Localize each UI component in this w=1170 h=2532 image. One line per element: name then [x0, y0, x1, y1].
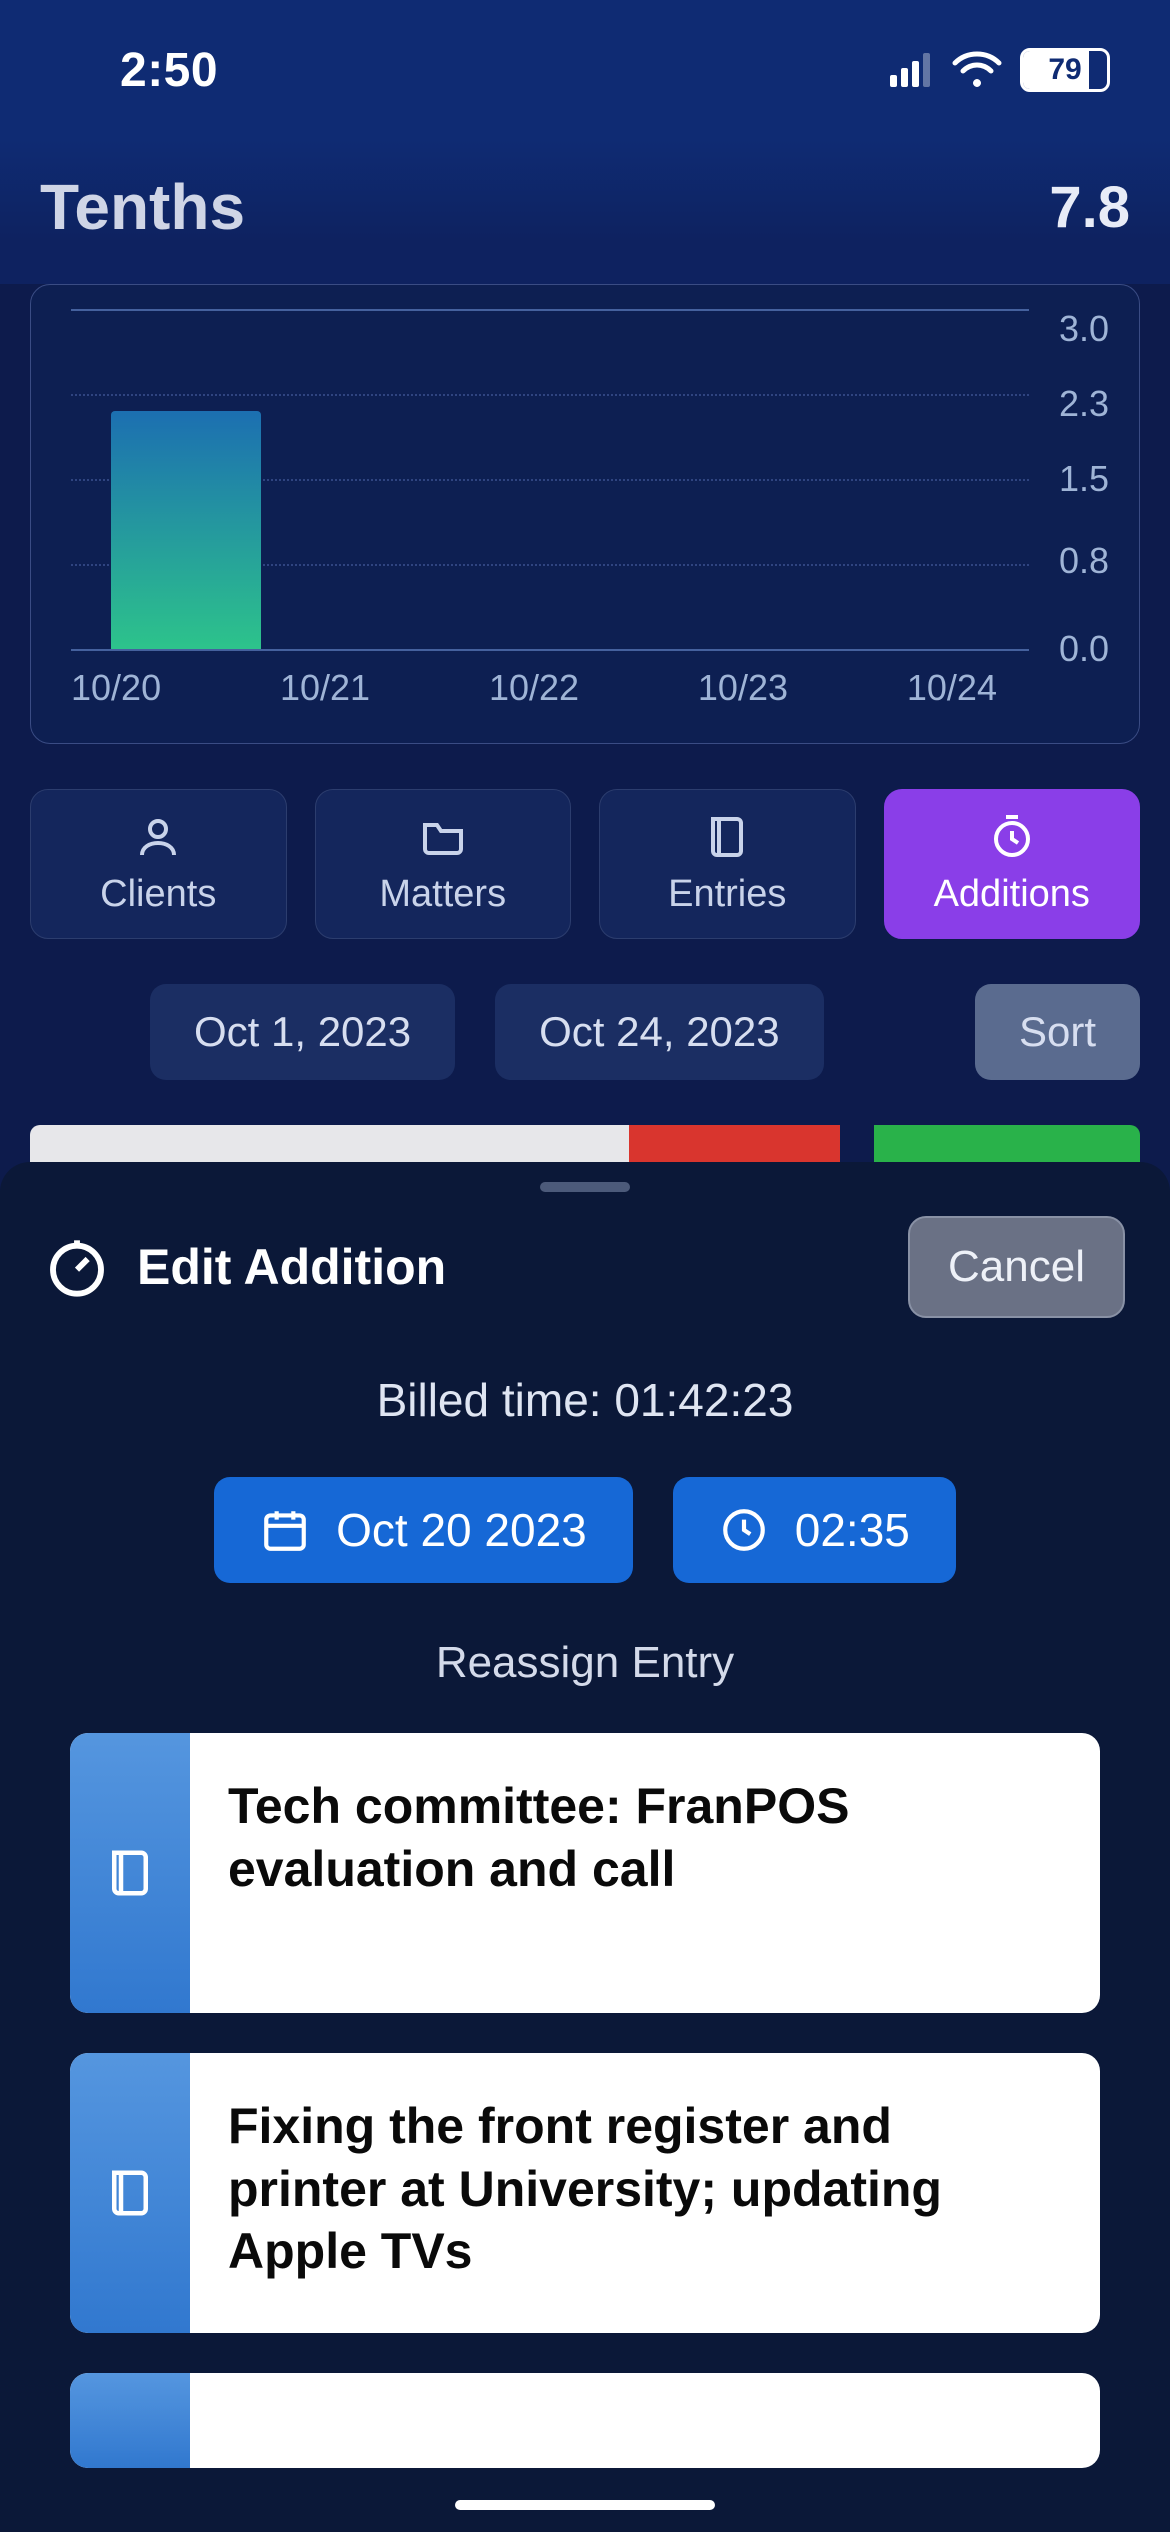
category-tabs: Clients Matters Entries Additions	[0, 744, 1170, 939]
tab-label: Additions	[934, 873, 1090, 916]
tab-clients[interactable]: Clients	[30, 789, 287, 939]
entry-text: Tech committee: FranPOS evaluation and c…	[190, 1733, 1100, 2013]
page-title: Tenths	[40, 170, 245, 244]
clock-icon	[719, 1505, 769, 1555]
edit-addition-sheet: Edit Addition Cancel Billed time: 01:42:…	[0, 1162, 1170, 2532]
calendar-icon	[260, 1505, 310, 1555]
entry-option[interactable]	[70, 2373, 1100, 2468]
battery-percent: 79	[1023, 53, 1107, 87]
x-tick: 10/24	[907, 667, 997, 709]
entry-option[interactable]: Fixing the front register and printer at…	[70, 2053, 1100, 2333]
start-date-chip[interactable]: Oct 1, 2023	[150, 984, 455, 1080]
sheet-grabber[interactable]	[540, 1182, 630, 1192]
time-button[interactable]: 02:35	[673, 1477, 956, 1583]
tab-entries[interactable]: Entries	[599, 789, 856, 939]
status-time: 2:50	[120, 43, 218, 98]
entry-option[interactable]: Tech committee: FranPOS evaluation and c…	[70, 1733, 1100, 2013]
folder-icon	[419, 813, 467, 861]
status-right: 79	[890, 48, 1110, 92]
tab-label: Clients	[100, 873, 216, 916]
stopwatch-icon	[45, 1235, 109, 1299]
time-value: 02:35	[795, 1503, 910, 1557]
filter-row: Oct 1, 2023 Oct 24, 2023 Sort	[0, 939, 1170, 1080]
status-bar: 2:50 79	[0, 0, 1170, 140]
home-indicator[interactable]	[455, 2500, 715, 2510]
date-value: Oct 20 2023	[336, 1503, 587, 1557]
x-tick: 10/22	[489, 667, 579, 709]
book-icon	[703, 813, 751, 861]
billed-time: Billed time: 01:42:23	[0, 1373, 1170, 1427]
person-icon	[134, 813, 182, 861]
y-tick: 1.5	[1059, 458, 1109, 500]
stopwatch-icon	[988, 813, 1036, 861]
x-tick: 10/21	[280, 667, 370, 709]
tab-label: Matters	[379, 873, 506, 916]
cancel-button[interactable]: Cancel	[908, 1216, 1125, 1318]
book-icon	[103, 1846, 157, 1900]
chart-bar	[111, 411, 261, 649]
sort-button[interactable]: Sort	[975, 984, 1140, 1080]
y-tick: 0.8	[1059, 540, 1109, 582]
total-tenths: 7.8	[1049, 174, 1130, 241]
y-tick: 0.0	[1059, 628, 1109, 670]
end-date-chip[interactable]: Oct 24, 2023	[495, 984, 824, 1080]
reassign-label: Reassign Entry	[0, 1638, 1170, 1688]
book-icon	[103, 2166, 157, 2220]
x-tick: 10/23	[698, 667, 788, 709]
cellular-icon	[890, 53, 934, 87]
tab-matters[interactable]: Matters	[315, 789, 572, 939]
wifi-icon	[952, 51, 1002, 89]
page-header: Tenths 7.8	[0, 140, 1170, 284]
y-tick: 2.3	[1059, 383, 1109, 425]
date-button[interactable]: Oct 20 2023	[214, 1477, 633, 1583]
x-tick: 10/20	[71, 667, 161, 709]
battery-icon: 79	[1020, 48, 1110, 92]
tab-additions[interactable]: Additions	[884, 789, 1141, 939]
tab-label: Entries	[668, 873, 786, 916]
tenths-chart: 3.0 2.3 1.5 0.8 0.0 10/20 10/21 10/22 10…	[30, 284, 1140, 744]
y-tick: 3.0	[1059, 308, 1109, 350]
entry-text: Fixing the front register and printer at…	[190, 2053, 1100, 2333]
sheet-title: Edit Addition	[137, 1238, 446, 1296]
